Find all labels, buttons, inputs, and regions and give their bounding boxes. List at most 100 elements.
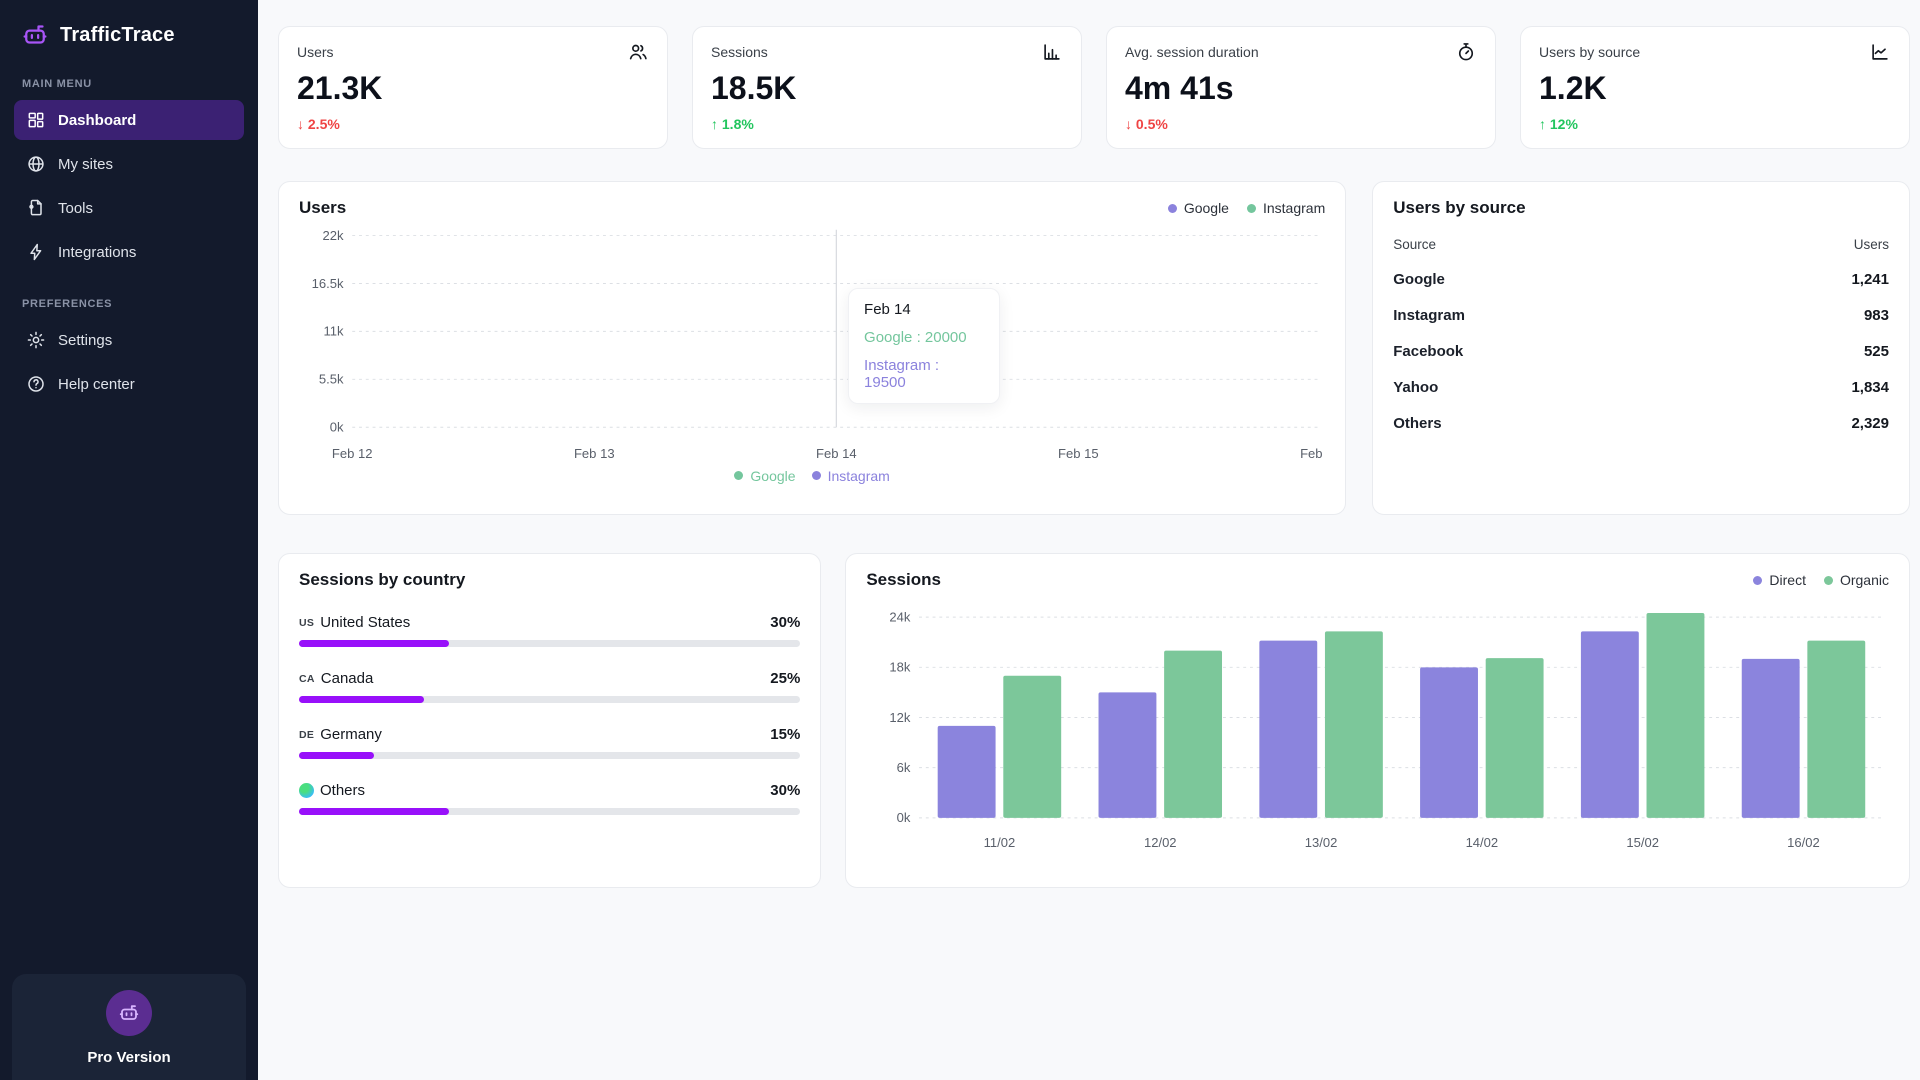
sidebar-item-label: My sites — [58, 156, 113, 173]
country-code: US — [299, 617, 314, 629]
sessions-chart-title: Sessions — [866, 570, 941, 590]
legend-label: Google — [1184, 200, 1229, 216]
country-progress-fill — [299, 696, 424, 703]
stat-card-users-by-source: Users by source1.2K↑ 12% — [1520, 26, 1910, 149]
sessions-bar-chart-svg: 24k18k12k6k0k11/0212/0213/0214/0215/0216… — [866, 594, 1889, 856]
stat-value: 21.3K — [297, 70, 649, 107]
help-icon — [26, 374, 46, 394]
legend-item-instagram[interactable]: Instagram — [812, 468, 890, 484]
globe-icon — [26, 154, 46, 174]
country-percent: 15% — [770, 726, 800, 743]
source-name: Google — [1393, 261, 1718, 297]
legend-item-direct[interactable]: Direct — [1753, 572, 1806, 588]
sessions-bar-chart[interactable]: 24k18k12k6k0k11/0212/0213/0214/0215/0216… — [866, 594, 1889, 856]
svg-text:0k: 0k — [897, 810, 911, 825]
sidebar-item-label: Dashboard — [58, 112, 136, 129]
sidebar-item-label: Integrations — [58, 244, 136, 261]
svg-text:16/02: 16/02 — [1787, 835, 1820, 850]
sidebar-item-tools[interactable]: Tools — [14, 188, 244, 228]
tooltip-line: Instagram : 19500 — [864, 357, 984, 391]
country-item-others: Others30% — [299, 782, 800, 815]
sidebar-item-integrations[interactable]: Integrations — [14, 232, 244, 272]
dashboard-icon — [26, 110, 46, 130]
table-row: Yahoo1,834 — [1393, 369, 1889, 405]
svg-text:0k: 0k — [330, 420, 344, 435]
table-row: Facebook525 — [1393, 333, 1889, 369]
stat-label: Users by source — [1539, 44, 1640, 60]
legend-dot — [734, 471, 743, 480]
country-code: CA — [299, 673, 315, 685]
svg-text:12/02: 12/02 — [1144, 835, 1177, 850]
legend-item-google[interactable]: Google — [1168, 200, 1229, 216]
svg-text:Feb 16: Feb 16 — [1300, 446, 1325, 461]
sidebar-item-help-center[interactable]: Help center — [14, 364, 244, 404]
legend-dot — [1824, 576, 1833, 585]
users-by-source-table: Source Users Google1,241Instagram983Face… — [1393, 228, 1889, 441]
legend-item-google[interactable]: Google — [734, 468, 795, 484]
legend-item-instagram[interactable]: Instagram — [1247, 200, 1325, 216]
sidebar-item-dashboard[interactable]: Dashboard — [14, 100, 244, 140]
legend-item-organic[interactable]: Organic — [1824, 572, 1889, 588]
svg-text:12k: 12k — [890, 710, 911, 725]
globe-icon — [299, 783, 314, 798]
stat-value: 4m 41s — [1125, 70, 1477, 107]
sessions-by-country-card: Sessions by country US United States 30% CA… — [278, 553, 821, 888]
svg-text:14/02: 14/02 — [1466, 835, 1499, 850]
country-name: Germany — [320, 726, 382, 743]
stat-card-avg-session-duration: Avg. session duration4m 41s↓ 0.5% — [1106, 26, 1496, 149]
gear-icon — [26, 330, 46, 350]
country-progress-fill — [299, 808, 449, 815]
country-progress-fill — [299, 640, 449, 647]
pro-robot-icon[interactable] — [106, 990, 152, 1036]
svg-text:11k: 11k — [323, 324, 344, 339]
country-name: United States — [320, 614, 410, 631]
country-progress-track — [299, 808, 800, 815]
source-users-value: 525 — [1719, 333, 1889, 369]
users-icon — [627, 41, 649, 63]
svg-text:24k: 24k — [890, 609, 911, 624]
source-name: Facebook — [1393, 333, 1718, 369]
bottom-row: Sessions by country US United States 30% CA… — [278, 553, 1910, 888]
stat-card-sessions: Sessions18.5K↑ 1.8% — [692, 26, 1082, 149]
svg-text:13/02: 13/02 — [1305, 835, 1338, 850]
users-chart-card: Users GoogleInstagram 22k16.5k11k5.5k0kF… — [278, 181, 1346, 515]
logo[interactable]: TrafficTrace — [14, 18, 244, 52]
line-chart-icon — [1869, 41, 1891, 63]
users-chart-legend: Google Instagram — [1168, 200, 1325, 216]
legend-dot — [1168, 204, 1177, 213]
stats-row: Users21.3K↓ 2.5%Sessions18.5K↑ 1.8%Avg. … — [278, 26, 1910, 149]
source-users-value: 983 — [1719, 297, 1889, 333]
country-list: USUnited States30%CACanada25%DEGermany15… — [299, 614, 800, 815]
users-line-chart[interactable]: 22k16.5k11k5.5k0kFeb 12Feb 13Feb 14Feb 1… — [299, 222, 1325, 466]
tooltip-line: Google : 20000 — [864, 329, 984, 346]
country-percent: 30% — [770, 782, 800, 799]
svg-text:Feb 12: Feb 12 — [332, 446, 373, 461]
nav-section-label: PREFERENCES — [22, 298, 236, 310]
country-item-canada: CACanada25% — [299, 670, 800, 703]
country-progress-track — [299, 752, 800, 759]
sidebar-nav: MAIN MENU Dashboard My sites Tools Integrati… — [14, 78, 244, 404]
nav-section-label: MAIN MENU — [22, 78, 236, 90]
stat-delta: ↓ 2.5% — [297, 116, 649, 132]
pro-version-card[interactable]: Pro Version — [12, 974, 246, 1080]
users-chart-title: Users — [299, 198, 346, 218]
sidebar-item-my-sites[interactable]: My sites — [14, 144, 244, 184]
legend-dot — [1247, 204, 1256, 213]
legend-label: Google — [750, 468, 795, 484]
svg-text:15/02: 15/02 — [1627, 835, 1660, 850]
stat-card-users: Users 21.3K ↓ 2.5% — [278, 26, 668, 149]
pro-version-label: Pro Version — [87, 1049, 170, 1066]
users-column-header: Users — [1719, 228, 1889, 261]
svg-text:5.5k: 5.5k — [319, 372, 344, 387]
stat-label: Users — [297, 44, 334, 60]
country-progress-track — [299, 696, 800, 703]
lightning-icon — [26, 242, 46, 262]
stat-delta: ↓ 0.5% — [1125, 116, 1477, 132]
svg-text:Feb 13: Feb 13 — [574, 446, 615, 461]
source-users-value: 1,241 — [1719, 261, 1889, 297]
sidebar-item-settings[interactable]: Settings — [14, 320, 244, 360]
legend-dot — [1753, 576, 1762, 585]
sessions-by-country-title: Sessions by country — [299, 570, 800, 590]
stat-label: Sessions — [711, 44, 768, 60]
legend-dot — [812, 471, 821, 480]
